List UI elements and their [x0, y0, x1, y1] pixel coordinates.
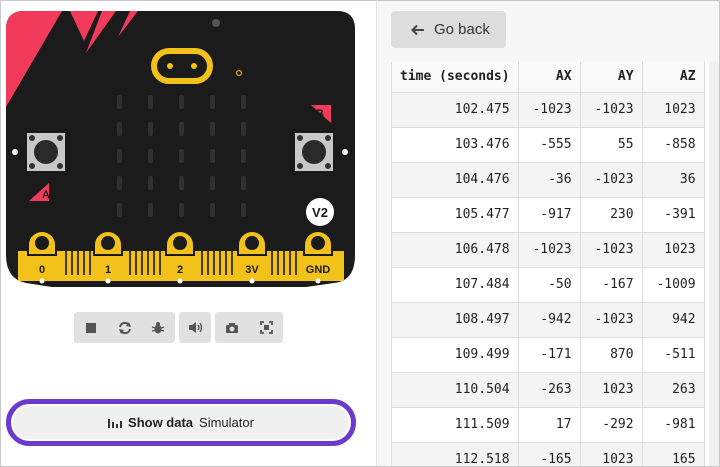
- cell-time: 109.499: [392, 337, 519, 373]
- cell-ay: -1023: [580, 302, 643, 338]
- show-data-button[interactable]: Show data Simulator: [13, 406, 349, 439]
- cell-ay: 1023: [580, 372, 643, 408]
- cell-ax: -165: [518, 442, 581, 466]
- data-table-container[interactable]: time (seconds) AX AY AZ 102.475 -1023 -102…: [391, 62, 719, 466]
- cell-ax: 17: [518, 407, 581, 443]
- cell-ax: -917: [518, 197, 581, 233]
- cell-ax: -1023: [518, 92, 581, 128]
- cell-time: 108.497: [392, 302, 519, 338]
- bar-chart-icon: [108, 419, 123, 428]
- cell-time: 104.476: [392, 162, 519, 198]
- cell-time: 111.509: [392, 407, 519, 443]
- cell-ax: -171: [518, 337, 581, 373]
- cell-time: 112.518: [392, 442, 519, 466]
- simulator-controls-group: [74, 312, 175, 343]
- cell-time: 103.476: [392, 127, 519, 163]
- cell-az: -391: [642, 197, 705, 233]
- table-row: 107.484 -50 -167 -1009: [392, 267, 705, 303]
- arrow-left-icon: [411, 24, 424, 35]
- cell-az: 263: [642, 372, 705, 408]
- sound-button[interactable]: [179, 312, 211, 343]
- cell-az: -981: [642, 407, 705, 443]
- cell-ax: -942: [518, 302, 581, 338]
- cell-time: 110.504: [392, 372, 519, 408]
- pin-gnd-label: GND: [306, 264, 331, 276]
- table-header-row: time (seconds) AX AY AZ: [392, 62, 705, 93]
- button-b-label: B: [316, 108, 324, 120]
- table-row: 104.476 -36 -1023 36: [392, 162, 705, 198]
- speaker-icon: [188, 322, 202, 333]
- header-ay[interactable]: AY: [580, 62, 643, 93]
- pin-2-label: 2: [177, 264, 183, 276]
- cell-ay: -1023: [580, 232, 643, 268]
- data-table: time (seconds) AX AY AZ 102.475 -1023 -102…: [392, 62, 705, 466]
- pin-0-label: 0: [39, 264, 45, 276]
- show-data-label: Show data: [128, 415, 194, 430]
- stop-button[interactable]: [74, 312, 108, 343]
- app-frame: A B V2 0 1 2 3V GND Show data Simulator …: [0, 0, 720, 467]
- debug-button[interactable]: [141, 312, 175, 343]
- cell-ay: -292: [580, 407, 643, 443]
- microbit-board[interactable]: A B V2 0 1 2 3V GND: [6, 11, 355, 287]
- cell-ay: -1023: [580, 162, 643, 198]
- data-panel: Go back time (seconds) AX AY AZ 102.475-…: [377, 1, 719, 466]
- bug-icon: [151, 321, 165, 333]
- cell-ax: -50: [518, 267, 581, 303]
- sound-control-group: [179, 312, 211, 343]
- table-row: 110.504 -263 1023 263: [392, 372, 705, 408]
- header-az[interactable]: AZ: [642, 62, 705, 93]
- show-data-source: Simulator: [199, 415, 254, 430]
- table-row: 105.477 -917 230 -391: [392, 197, 705, 233]
- cell-ay: 230: [580, 197, 643, 233]
- restart-button[interactable]: [108, 312, 142, 343]
- cell-az: -858: [642, 127, 705, 163]
- cell-time: 102.475: [392, 92, 519, 128]
- table-row: 106.478 -1023 -1023 1023: [392, 232, 705, 268]
- cell-az: -511: [642, 337, 705, 373]
- table-row: 102.475 -1023 -1023 1023: [392, 92, 705, 128]
- cell-az: 1023: [642, 92, 705, 128]
- table-row: 111.509 17 -292 -981: [392, 407, 705, 443]
- stop-icon: [85, 322, 96, 333]
- header-time[interactable]: time (seconds): [392, 62, 519, 93]
- show-data-highlight: Show data Simulator: [6, 399, 356, 446]
- table-scrollbar[interactable]: [709, 62, 719, 466]
- cell-ax: -36: [518, 162, 581, 198]
- cell-ay: 55: [580, 127, 643, 163]
- cell-ax: -555: [518, 127, 581, 163]
- screenshot-button[interactable]: [215, 312, 249, 343]
- table-row: 112.518 -165 1023 165: [392, 442, 705, 466]
- cell-az: 942: [642, 302, 705, 338]
- cell-az: -1009: [642, 267, 705, 303]
- table-row: 108.497 -942 -1023 942: [392, 302, 705, 338]
- cell-ay: 870: [580, 337, 643, 373]
- cell-ay: -167: [580, 267, 643, 303]
- pin-3v-label: 3V: [245, 264, 259, 276]
- view-controls-group: [215, 312, 283, 343]
- cell-ax: -1023: [518, 232, 581, 268]
- version-badge: V2: [312, 205, 328, 220]
- fullscreen-button[interactable]: [249, 312, 283, 343]
- table-row: 103.476 -555 55 -858: [392, 127, 705, 163]
- go-back-label: Go back: [434, 21, 490, 38]
- pin-1-label: 1: [105, 264, 111, 276]
- camera-icon: [226, 322, 238, 333]
- table-row: 109.499 -171 870 -511: [392, 337, 705, 373]
- cell-ay: 1023: [580, 442, 643, 466]
- cell-az: 1023: [642, 232, 705, 268]
- simulator-panel: A B V2 0 1 2 3V GND Show data Simulator: [1, 1, 361, 466]
- cell-time: 105.477: [392, 197, 519, 233]
- go-back-button[interactable]: Go back: [391, 11, 506, 48]
- fullscreen-icon: [259, 321, 273, 334]
- cell-ax: -263: [518, 372, 581, 408]
- restart-icon: [118, 321, 131, 334]
- cell-time: 107.484: [392, 267, 519, 303]
- cell-az: 36: [642, 162, 705, 198]
- cell-time: 106.478: [392, 232, 519, 268]
- button-a-label: A: [42, 189, 50, 201]
- header-ax[interactable]: AX: [518, 62, 581, 93]
- cell-ay: -1023: [580, 92, 643, 128]
- cell-az: 165: [642, 442, 705, 466]
